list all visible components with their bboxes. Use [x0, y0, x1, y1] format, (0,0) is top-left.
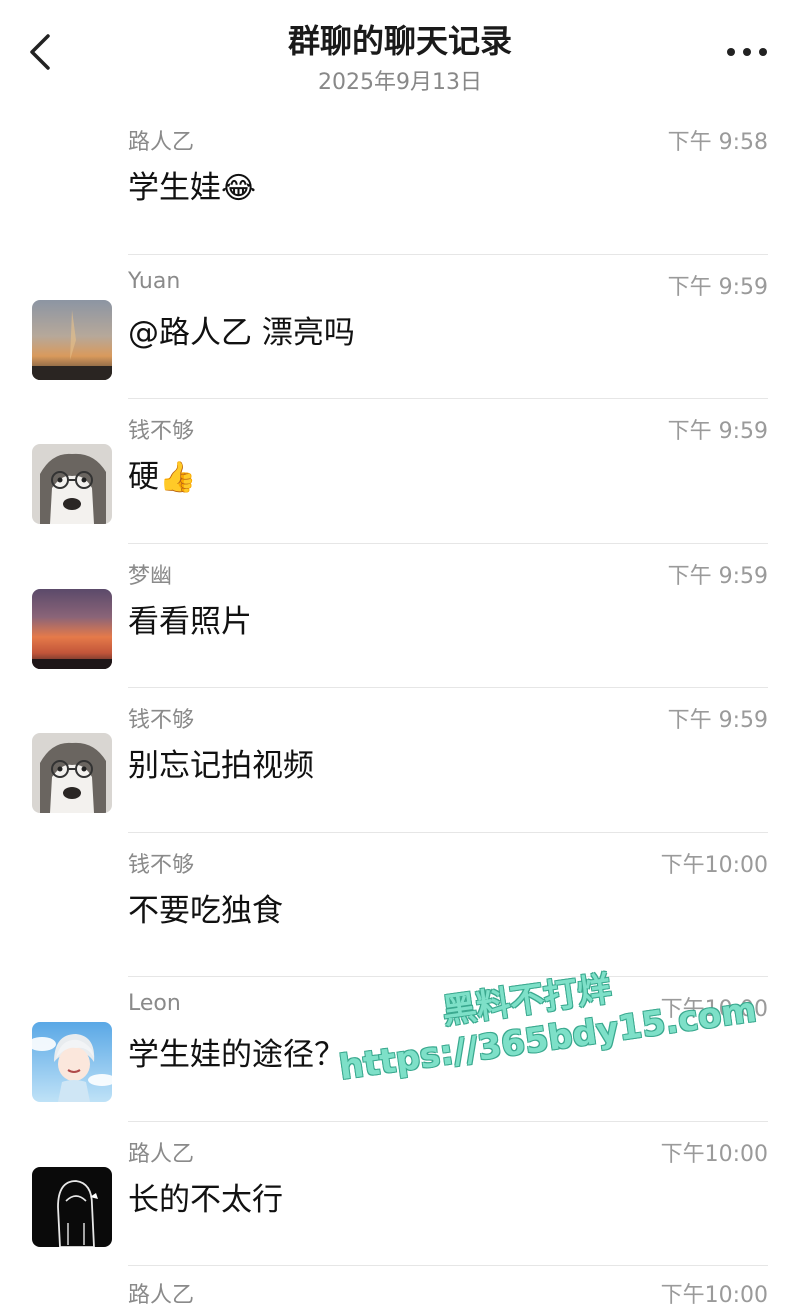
message-text-row: 学生娃😂 [128, 162, 256, 207]
avatar[interactable] [32, 1022, 112, 1102]
message-item[interactable]: 梦幽 下午 9:59 看看照片 [0, 544, 800, 688]
message-item[interactable]: 钱不够 下午 9:59 硬👍 [0, 399, 800, 544]
message-text-row: 别忘记拍视频 [128, 740, 314, 785]
chat-date: 2025年9月13日 [318, 70, 482, 95]
message-text-row: 看看照片 [128, 596, 252, 641]
message-text: 长的不太行 [128, 1181, 283, 1218]
avatar[interactable] [32, 733, 112, 813]
sender-name: Leon [128, 991, 181, 1016]
message-item[interactable]: 路人乙 下午10:00 长的不太行 [0, 1122, 800, 1266]
message-time: 下午10:00 [660, 1141, 768, 1167]
thumbs-up-emoji-icon: 👍 [159, 460, 197, 495]
sender-name: 钱不够 [128, 708, 195, 733]
more-dots-icon [727, 48, 767, 56]
message-text-row: 长的不太行 [128, 1174, 283, 1219]
sender-name: Yuan [128, 268, 181, 294]
message-time: 下午10:00 [660, 1283, 768, 1308]
avatar[interactable] [32, 588, 112, 669]
message-time: 下午10:00 [660, 852, 768, 878]
laughing-crying-emoji-icon: 😂 [221, 171, 257, 206]
message-text: 学生娃的途径？ [128, 1037, 345, 1073]
message-text: @路人乙 漂亮吗 [128, 314, 355, 351]
message-text: 硬 [128, 459, 159, 495]
sender-name: 路人乙 [128, 1283, 195, 1308]
message-text-row: 硬👍 [128, 451, 196, 496]
message-time: 下午 9:59 [667, 563, 768, 589]
avatar[interactable] [32, 444, 112, 524]
sunset-avatar-icon [32, 588, 112, 669]
message-item[interactable]: Yuan 下午 9:59 @路人乙 漂亮吗 [0, 255, 800, 399]
message-time: 下午 9:59 [667, 708, 768, 733]
sender-name: 梦幽 [128, 563, 173, 589]
message-time: 下午 9:59 [667, 419, 768, 444]
dusk-sky-avatar-icon [32, 299, 112, 380]
anime-boy-avatar-icon [32, 1022, 112, 1102]
sender-name: 路人乙 [128, 130, 195, 155]
sender-name: 路人乙 [128, 1141, 195, 1167]
sender-name: 钱不够 [128, 852, 195, 878]
message-text-row: 学生娃的途径？ [128, 1029, 345, 1074]
page-title: 群聊的聊天记录 [287, 22, 512, 60]
message-text-row: @路人乙 漂亮吗 [128, 307, 355, 352]
top-bar: 群聊的聊天记录 2025年9月13日 [0, 0, 800, 110]
avatar[interactable] [32, 299, 112, 380]
message-text: 学生娃 [128, 170, 221, 206]
message-time: 下午10:00 [660, 997, 768, 1022]
avatar[interactable] [32, 1166, 112, 1247]
message-text-row: 不要吃独食 [128, 885, 283, 930]
message-item-partial[interactable]: 路人乙 下午10:00 [0, 1265, 800, 1308]
message-item[interactable]: 钱不够 下午10:00 不要吃独食 [0, 833, 800, 977]
more-button[interactable] [724, 38, 770, 66]
message-item[interactable]: Leon 下午10:00 学生娃的途径？ [0, 977, 800, 1122]
sender-name: 钱不够 [128, 419, 195, 444]
message-text: 看看照片 [128, 603, 252, 640]
message-list: 路人乙 下午 9:58 学生娃😂 Yuan 下午 9:59 @路人乙 漂亮吗 钱… [0, 110, 800, 1266]
message-text: 别忘记拍视频 [128, 748, 314, 784]
message-item[interactable]: 路人乙 下午 9:58 学生娃😂 [0, 110, 800, 255]
husky-avatar-icon [32, 444, 112, 524]
message-item[interactable]: 钱不够 下午 9:59 别忘记拍视频 [0, 688, 800, 833]
message-time: 下午 9:59 [667, 274, 768, 300]
message-time: 下午 9:58 [667, 130, 768, 155]
husky-avatar-icon [32, 733, 112, 813]
hooded-figure-avatar-icon [32, 1166, 112, 1247]
message-text: 不要吃独食 [128, 892, 283, 929]
